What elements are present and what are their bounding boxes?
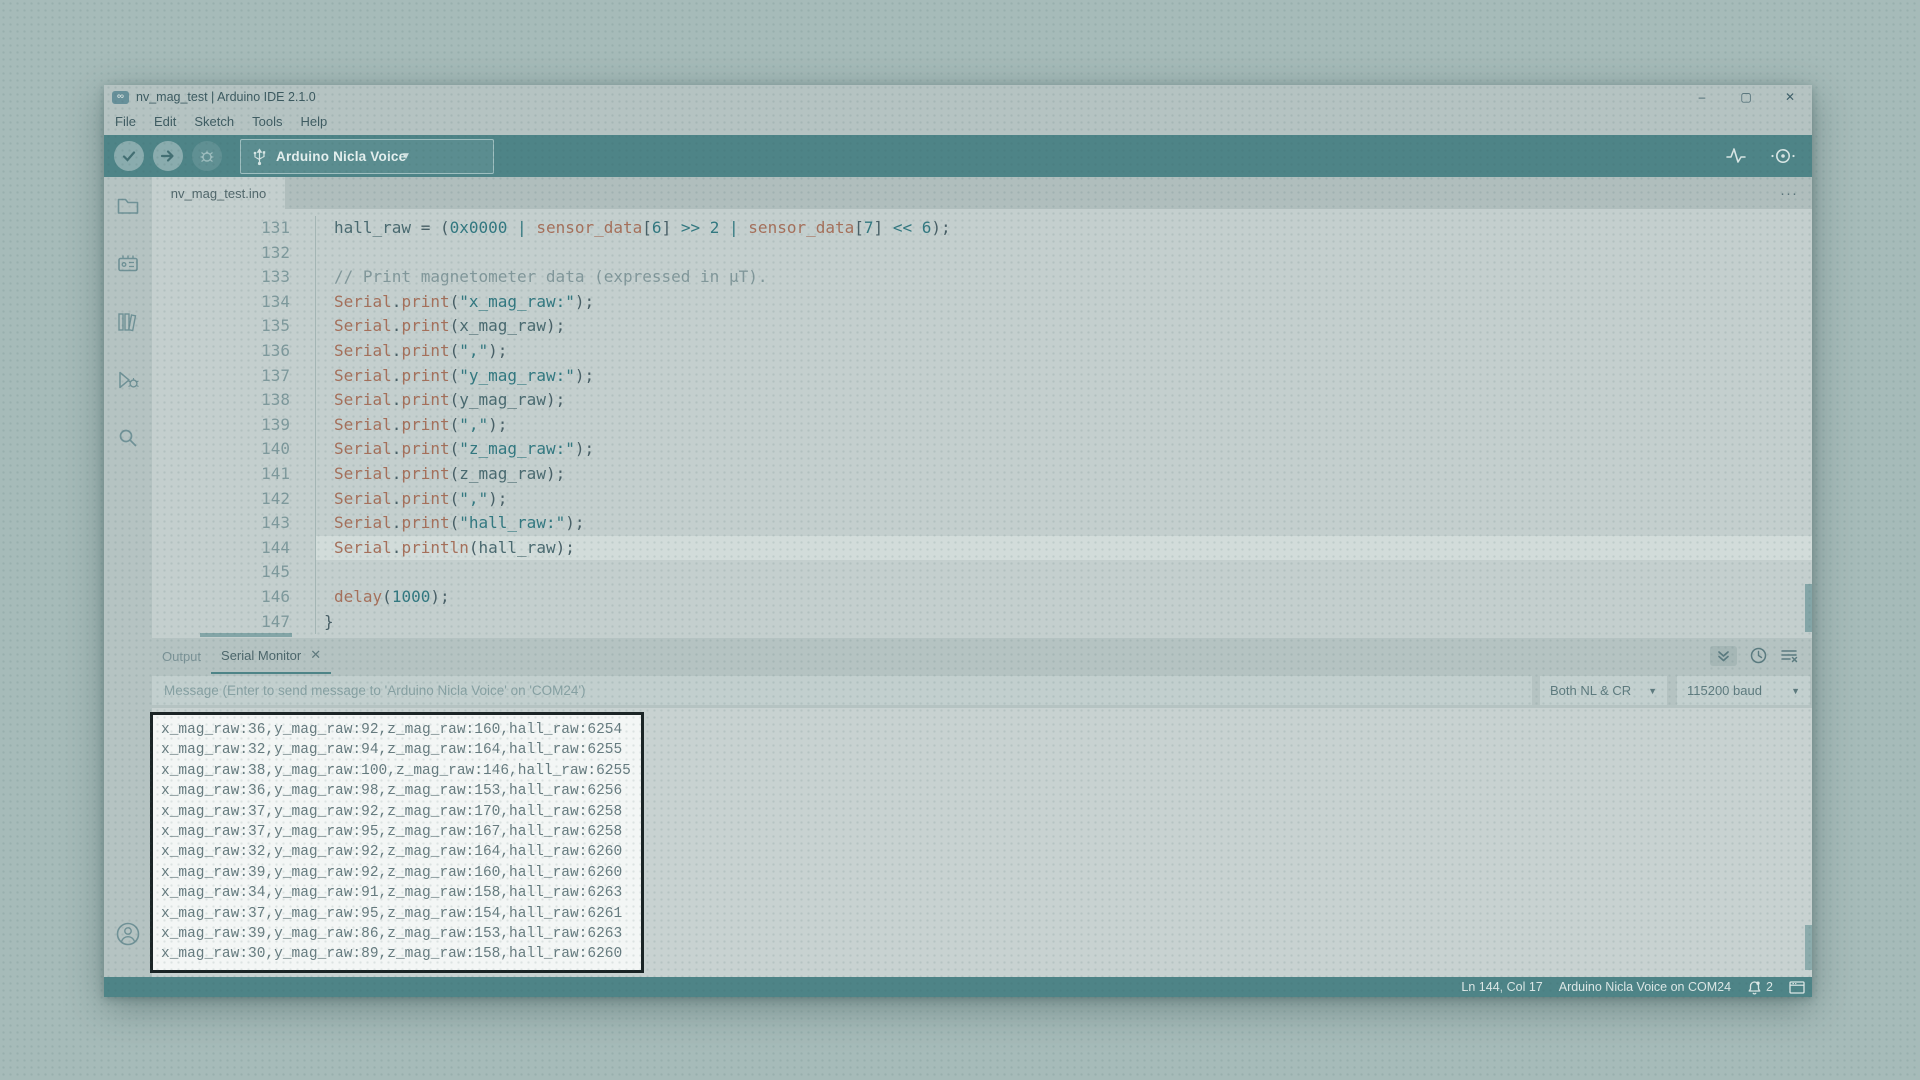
- close-tab-icon[interactable]: ✕: [310, 647, 321, 663]
- menu-item-sketch[interactable]: Sketch: [185, 109, 243, 135]
- board-selector[interactable]: Arduino Nicla Voice ▼: [240, 139, 494, 174]
- bug-icon: [199, 148, 215, 164]
- maximize-button[interactable]: ▢: [1724, 85, 1768, 109]
- code-line-147: 147}: [152, 610, 1812, 635]
- sidebar-item-search[interactable]: [104, 409, 152, 467]
- sidebar-item-library-manager[interactable]: [104, 293, 152, 351]
- serial-output-line: x_mag_raw:37,y_mag_raw:95,z_mag_raw:154,…: [161, 904, 641, 924]
- serial-output-line: x_mag_raw:37,y_mag_raw:95,z_mag_raw:167,…: [161, 822, 641, 842]
- debug-play-icon: [116, 369, 140, 391]
- code-line-138: 138Serial.print(y_mag_raw);: [152, 388, 1812, 413]
- code-line-132: 132: [152, 241, 1812, 266]
- menu-item-file[interactable]: File: [106, 109, 145, 135]
- code-line-136: 136Serial.print(",");: [152, 339, 1812, 364]
- status-bar: Ln 144, Col 17 Arduino Nicla Voice on CO…: [104, 977, 1812, 997]
- debug-button[interactable]: [192, 141, 222, 171]
- notification-count: 2: [1766, 980, 1773, 994]
- search-icon: [116, 427, 140, 449]
- chevron-down-icon: ▼: [1791, 686, 1800, 696]
- serial-monitor-icon[interactable]: [1770, 146, 1796, 166]
- code-line-133: 133// Print magnetometer data (expressed…: [152, 265, 1812, 290]
- serial-output-line: x_mag_raw:36,y_mag_raw:98,z_mag_raw:153,…: [161, 781, 641, 801]
- highlight-box: x_mag_raw:36,y_mag_raw:92,z_mag_raw:160,…: [150, 712, 644, 973]
- menu-bar: FileEditSketchToolsHelp: [104, 109, 1814, 135]
- close-button[interactable]: ✕: [1768, 85, 1812, 109]
- bell-icon: [1747, 980, 1762, 995]
- usb-icon: [253, 148, 266, 166]
- sidebar-item-account[interactable]: [104, 905, 152, 963]
- tab-nv-mag-test-ino[interactable]: nv_mag_test.ino: [152, 177, 285, 209]
- serial-output-line: x_mag_raw:32,y_mag_raw:94,z_mag_raw:164,…: [161, 740, 641, 760]
- code-line-142: 142Serial.print(",");: [152, 487, 1812, 512]
- panel-tab-bar: Output Serial Monitor ✕: [152, 638, 1812, 674]
- code-line-134: 134Serial.print("x_mag_raw:");: [152, 290, 1812, 315]
- serial-message-row: Both NL & CR ▼ 115200 baud ▼: [152, 674, 1812, 708]
- code-line-135: 135Serial.print(x_mag_raw);: [152, 314, 1812, 339]
- autoscroll-toggle-icon[interactable]: [1710, 646, 1737, 666]
- menu-item-help[interactable]: Help: [291, 109, 336, 135]
- person-circle-icon: [115, 921, 141, 947]
- tab-label: nv_mag_test.ino: [171, 186, 266, 201]
- window-controls: – ▢ ✕: [1680, 85, 1812, 109]
- code-line-141: 141Serial.print(z_mag_raw);: [152, 462, 1812, 487]
- arduino-logo-icon: ∞: [112, 91, 129, 104]
- verify-button[interactable]: [114, 141, 144, 171]
- line-ending-select[interactable]: Both NL & CR ▼: [1540, 676, 1667, 705]
- board-port-status: Arduino Nicla Voice on COM24: [1559, 980, 1731, 994]
- menu-item-edit[interactable]: Edit: [145, 109, 185, 135]
- timestamp-toggle-icon[interactable]: [1750, 647, 1767, 665]
- arrow-right-icon: [160, 148, 176, 164]
- editor-vertical-scrollbar[interactable]: [1805, 584, 1812, 632]
- code-line-137: 137Serial.print("y_mag_raw:");: [152, 364, 1812, 389]
- message-input[interactable]: [152, 676, 1532, 705]
- serial-output-line: x_mag_raw:34,y_mag_raw:91,z_mag_raw:158,…: [161, 883, 641, 903]
- cursor-position: Ln 144, Col 17: [1461, 980, 1542, 994]
- serial-plotter-icon[interactable]: [1724, 145, 1748, 167]
- activity-sidebar: [104, 177, 152, 977]
- sidebar-item-sketchbook[interactable]: [104, 177, 152, 235]
- code-line-144: 144Serial.println(hall_raw);: [152, 536, 1812, 561]
- serial-output-line: x_mag_raw:36,y_mag_raw:92,z_mag_raw:160,…: [161, 720, 641, 740]
- sidebar-item-boards-manager[interactable]: [104, 235, 152, 293]
- panel-vertical-scrollbar[interactable]: [1805, 925, 1812, 970]
- title-bar: ∞ nv_mag_test | Arduino IDE 2.1.0 – ▢ ✕: [104, 85, 1812, 109]
- serial-output-line: x_mag_raw:39,y_mag_raw:92,z_mag_raw:160,…: [161, 863, 641, 883]
- menu-item-tools[interactable]: Tools: [243, 109, 291, 135]
- books-icon: [116, 311, 140, 333]
- toolbar: Arduino Nicla Voice ▼: [104, 135, 1812, 177]
- chevron-down-icon: ▼: [1648, 686, 1657, 696]
- code-line-139: 139Serial.print(",");: [152, 413, 1812, 438]
- notifications-indicator[interactable]: 2: [1747, 980, 1773, 995]
- arduino-ide-window: ∞ nv_mag_test | Arduino IDE 2.1.0 – ▢ ✕ …: [104, 85, 1812, 997]
- serial-output-line: x_mag_raw:37,y_mag_raw:92,z_mag_raw:170,…: [161, 802, 641, 822]
- sidebar-item-debug[interactable]: [104, 351, 152, 409]
- code-editor[interactable]: 131hall_raw = (0x0000 | sensor_data[6] >…: [152, 209, 1812, 638]
- code-line-143: 143Serial.print("hall_raw:");: [152, 511, 1812, 536]
- serial-output-line: x_mag_raw:39,y_mag_raw:86,z_mag_raw:153,…: [161, 924, 641, 944]
- serial-output-line: x_mag_raw:30,y_mag_raw:89,z_mag_raw:158,…: [161, 944, 641, 964]
- chevron-down-icon: ▼: [401, 140, 411, 173]
- serial-output-line: x_mag_raw:32,y_mag_raw:92,z_mag_raw:164,…: [161, 842, 641, 862]
- code-line-146: 146delay(1000);: [152, 585, 1812, 610]
- upload-button[interactable]: [153, 141, 183, 171]
- baud-rate-select[interactable]: 115200 baud ▼: [1677, 676, 1810, 705]
- folder-icon: [116, 195, 140, 217]
- code-line-145: 145: [152, 560, 1812, 585]
- window-title: nv_mag_test | Arduino IDE 2.1.0: [136, 90, 316, 104]
- board-selector-label: Arduino Nicla Voice: [276, 149, 406, 164]
- serial-output-line: x_mag_raw:38,y_mag_raw:100,z_mag_raw:146…: [161, 761, 641, 781]
- tab-output[interactable]: Output: [152, 638, 211, 674]
- clear-output-icon[interactable]: [1780, 647, 1798, 665]
- board-panel-icon[interactable]: [1789, 981, 1805, 994]
- desktop-background: ∞ nv_mag_test | Arduino IDE 2.1.0 – ▢ ✕ …: [0, 0, 1920, 1080]
- code-line-140: 140Serial.print("z_mag_raw:");: [152, 437, 1812, 462]
- code-line-131: 131hall_raw = (0x0000 | sensor_data[6] >…: [152, 216, 1812, 241]
- check-icon: [121, 148, 137, 164]
- board-chip-icon: [116, 253, 140, 275]
- tab-serial-monitor[interactable]: Serial Monitor ✕: [211, 638, 331, 674]
- editor-horizontal-scrollbar[interactable]: [200, 633, 292, 637]
- more-actions-icon[interactable]: ···: [1780, 185, 1798, 202]
- minimize-button[interactable]: –: [1680, 85, 1724, 109]
- editor-tab-bar: nv_mag_test.ino ···: [152, 177, 1812, 209]
